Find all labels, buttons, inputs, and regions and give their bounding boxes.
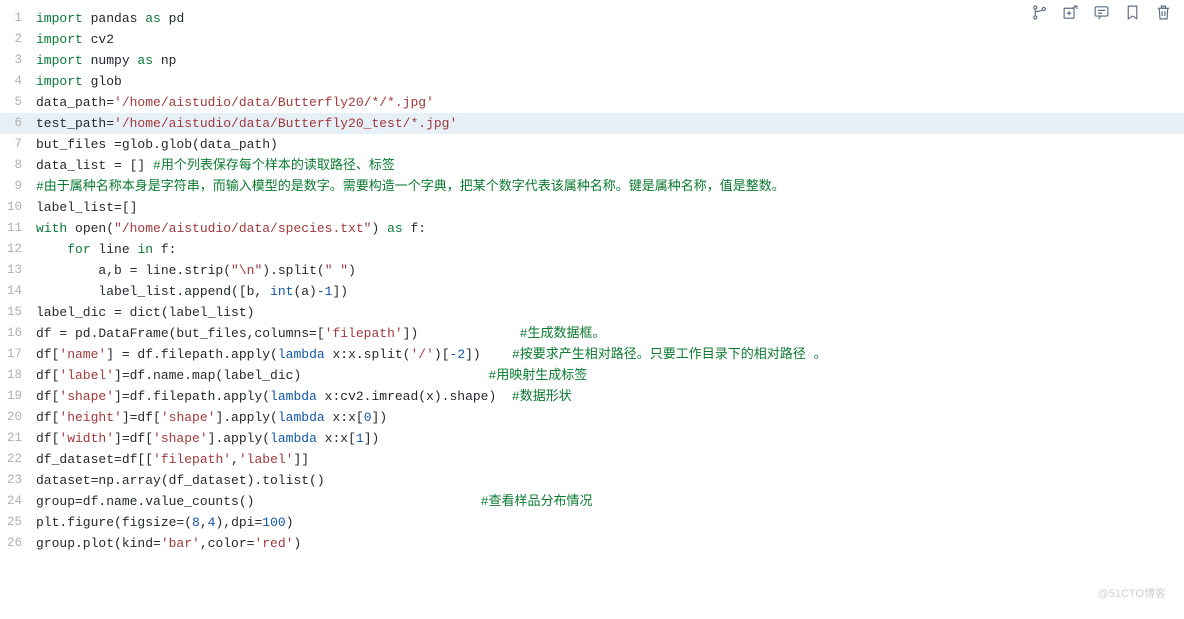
line-number: 6: [0, 113, 36, 134]
code-content: df = pd.DataFrame(but_files,columns=['fi…: [36, 323, 1184, 344]
code-content: group.plot(kind='bar',color='red'): [36, 533, 1184, 554]
code-line: 5data_path='/home/aistudio/data/Butterfl…: [0, 92, 1184, 113]
code-content: plt.figure(figsize=(8,4),dpi=100): [36, 512, 1184, 533]
code-content: with open("/home/aistudio/data/species.t…: [36, 218, 1184, 239]
comment-icon[interactable]: [1093, 4, 1110, 21]
code-line: 18df['label']=df.name.map(label_dic) #用映…: [0, 365, 1184, 386]
code-content: test_path='/home/aistudio/data/Butterfly…: [36, 113, 1184, 134]
code-content: import numpy as np: [36, 50, 1184, 71]
line-number: 20: [0, 407, 36, 428]
watermark: @51CTO博客: [1098, 584, 1166, 605]
code-line: 3import numpy as np: [0, 50, 1184, 71]
line-number: 17: [0, 344, 36, 365]
code-line: 8data_list = [] #用个列表保存每个样本的读取路径、标签: [0, 155, 1184, 176]
line-number: 9: [0, 176, 36, 197]
add-cell-icon[interactable]: [1062, 4, 1079, 21]
line-number: 13: [0, 260, 36, 281]
code-line: 1import pandas as pd: [0, 8, 1184, 29]
code-line: 17df['name'] = df.filepath.apply(lambda …: [0, 344, 1184, 365]
line-number: 25: [0, 512, 36, 533]
code-line: 4import glob: [0, 71, 1184, 92]
code-content: #由于属种名称本身是字符串，而输入模型的是数字。需要构造一个字典，把某个数字代表…: [36, 176, 1184, 197]
code-content: df_dataset=df[['filepath','label']]: [36, 449, 1184, 470]
code-line: 12 for line in f:: [0, 239, 1184, 260]
code-block: 1import pandas as pd2import cv23import n…: [0, 0, 1184, 562]
code-line: 14 label_list.append([b, int(a)-1]): [0, 281, 1184, 302]
line-number: 8: [0, 155, 36, 176]
code-line: 10label_list=[]: [0, 197, 1184, 218]
code-content: label_list=[]: [36, 197, 1184, 218]
code-content: label_list.append([b, int(a)-1]): [36, 281, 1184, 302]
code-line: 6test_path='/home/aistudio/data/Butterfl…: [0, 113, 1184, 134]
code-content: but_files =glob.glob(data_path): [36, 134, 1184, 155]
code-line: 9#由于属种名称本身是字符串，而输入模型的是数字。需要构造一个字典，把某个数字代…: [0, 176, 1184, 197]
code-line: 11with open("/home/aistudio/data/species…: [0, 218, 1184, 239]
code-content: import pandas as pd: [36, 8, 1184, 29]
code-line: 15label_dic = dict(label_list): [0, 302, 1184, 323]
code-content: df['name'] = df.filepath.apply(lambda x:…: [36, 344, 1184, 365]
code-line: 16df = pd.DataFrame(but_files,columns=['…: [0, 323, 1184, 344]
line-number: 2: [0, 29, 36, 50]
line-number: 23: [0, 470, 36, 491]
code-line: 2import cv2: [0, 29, 1184, 50]
code-line: 20df['height']=df['shape'].apply(lambda …: [0, 407, 1184, 428]
code-content: data_path='/home/aistudio/data/Butterfly…: [36, 92, 1184, 113]
line-number: 11: [0, 218, 36, 239]
line-number: 21: [0, 428, 36, 449]
code-content: for line in f:: [36, 239, 1184, 260]
line-number: 7: [0, 134, 36, 155]
code-content: label_dic = dict(label_list): [36, 302, 1184, 323]
code-content: dataset=np.array(df_dataset).tolist(): [36, 470, 1184, 491]
bookmark-icon[interactable]: [1124, 4, 1141, 21]
line-number: 5: [0, 92, 36, 113]
code-content: group=df.name.value_counts() #查看样品分布情况: [36, 491, 1184, 512]
code-line: 22df_dataset=df[['filepath','label']]: [0, 449, 1184, 470]
line-number: 18: [0, 365, 36, 386]
code-line: 21df['width']=df['shape'].apply(lambda x…: [0, 428, 1184, 449]
code-line: 19df['shape']=df.filepath.apply(lambda x…: [0, 386, 1184, 407]
code-content: import cv2: [36, 29, 1184, 50]
code-line: 26group.plot(kind='bar',color='red'): [0, 533, 1184, 554]
code-line: 13 a,b = line.strip("\n").split(" "): [0, 260, 1184, 281]
code-content: a,b = line.strip("\n").split(" "): [36, 260, 1184, 281]
line-number: 24: [0, 491, 36, 512]
branch-icon[interactable]: [1031, 4, 1048, 21]
line-number: 3: [0, 50, 36, 71]
line-number: 4: [0, 71, 36, 92]
line-number: 16: [0, 323, 36, 344]
code-line: 24group=df.name.value_counts() #查看样品分布情况: [0, 491, 1184, 512]
code-content: df['width']=df['shape'].apply(lambda x:x…: [36, 428, 1184, 449]
code-content: df['shape']=df.filepath.apply(lambda x:c…: [36, 386, 1184, 407]
line-number: 12: [0, 239, 36, 260]
line-number: 15: [0, 302, 36, 323]
code-content: import glob: [36, 71, 1184, 92]
line-number: 26: [0, 533, 36, 554]
code-line: 23dataset=np.array(df_dataset).tolist(): [0, 470, 1184, 491]
line-number: 1: [0, 8, 36, 29]
line-number: 19: [0, 386, 36, 407]
toolbar: [1031, 4, 1172, 21]
line-number: 22: [0, 449, 36, 470]
code-content: df['height']=df['shape'].apply(lambda x:…: [36, 407, 1184, 428]
code-content: df['label']=df.name.map(label_dic) #用映射生…: [36, 365, 1184, 386]
line-number: 10: [0, 197, 36, 218]
trash-icon[interactable]: [1155, 4, 1172, 21]
code-line: 25plt.figure(figsize=(8,4),dpi=100): [0, 512, 1184, 533]
code-content: data_list = [] #用个列表保存每个样本的读取路径、标签: [36, 155, 1184, 176]
code-line: 7but_files =glob.glob(data_path): [0, 134, 1184, 155]
line-number: 14: [0, 281, 36, 302]
